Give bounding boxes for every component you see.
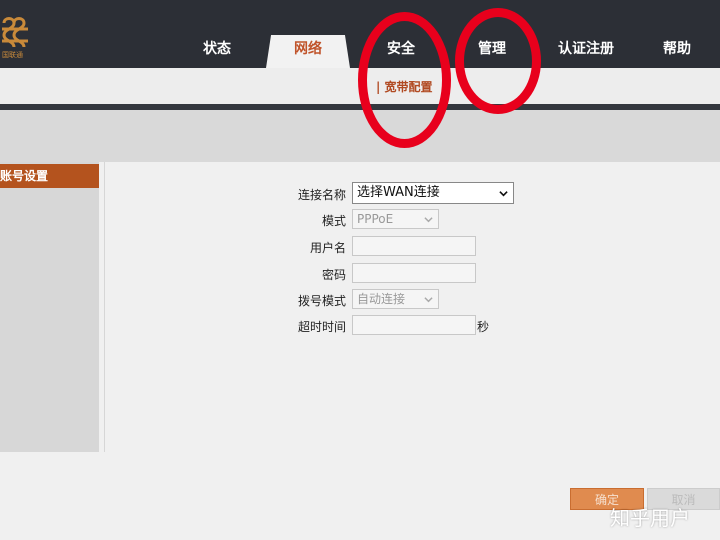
chevron-down-icon bbox=[424, 297, 433, 303]
tab-status[interactable]: 状态 bbox=[188, 35, 246, 68]
tab-help[interactable]: 帮助 bbox=[648, 35, 706, 68]
connection-name-label: 连接名称 bbox=[297, 188, 346, 202]
timeout-label: 超时时间 bbox=[297, 320, 346, 334]
chevron-down-icon bbox=[499, 191, 508, 197]
tab-auth-register[interactable]: 认证注册 bbox=[546, 35, 626, 68]
router-admin-page: 国联通 状态 网络 安全 管理 认证注册 帮助 | 宽带配置 账号设置 连接名称… bbox=[0, 0, 720, 540]
username-field[interactable] bbox=[352, 236, 476, 256]
tab-network[interactable]: 网络 bbox=[266, 35, 350, 68]
mode-value: PPPoE bbox=[357, 212, 394, 226]
sidebar-item-account-settings[interactable]: 账号设置 bbox=[0, 164, 99, 188]
logo-text: 国联通 bbox=[2, 51, 23, 59]
chevron-down-icon bbox=[424, 217, 433, 223]
timeout-field[interactable] bbox=[352, 315, 476, 335]
header-band bbox=[0, 110, 720, 162]
sidebar-divider bbox=[104, 162, 105, 452]
dial-mode-select[interactable]: 自动连接 bbox=[352, 289, 439, 309]
username-label: 用户名 bbox=[309, 241, 346, 255]
annotation-circle-management bbox=[455, 8, 541, 114]
mode-label: 模式 bbox=[321, 214, 346, 228]
watermark: 知乎用户 bbox=[610, 506, 690, 530]
annotation-circle-security bbox=[358, 12, 451, 148]
connection-name-select[interactable]: 选择WAN连接 bbox=[352, 182, 514, 204]
password-label: 密码 bbox=[321, 268, 346, 282]
password-field[interactable] bbox=[352, 263, 476, 283]
connection-name-value: 选择WAN连接 bbox=[357, 185, 440, 200]
timeout-unit: 秒 bbox=[477, 320, 490, 334]
dial-mode-label: 拨号模式 bbox=[297, 294, 346, 308]
mode-select[interactable]: PPPoE bbox=[352, 209, 439, 229]
dial-mode-value: 自动连接 bbox=[357, 292, 406, 306]
sidebar bbox=[0, 162, 99, 452]
